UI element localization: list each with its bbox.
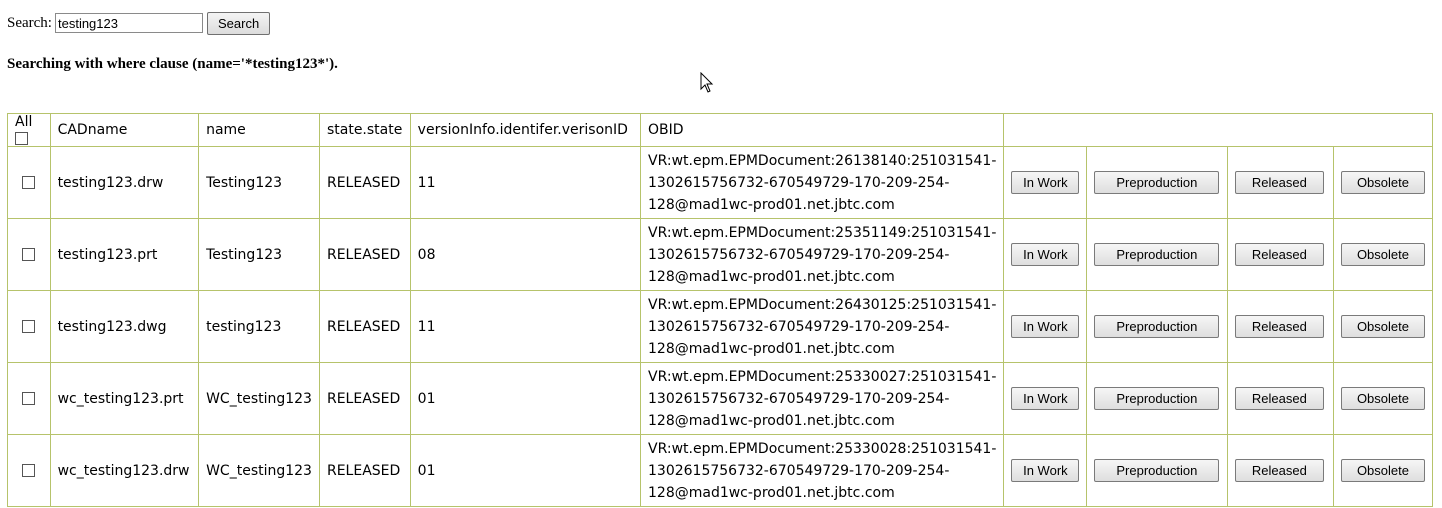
preproduction-button[interactable]: Preproduction bbox=[1094, 315, 1220, 338]
cell-version: 01 bbox=[409, 362, 642, 435]
released-button[interactable]: Released bbox=[1234, 459, 1324, 482]
where-clause-message: Searching with where clause (name='*test… bbox=[7, 56, 338, 72]
header-name: name bbox=[198, 113, 320, 147]
cell-version: 11 bbox=[409, 146, 642, 219]
cell-version: 08 bbox=[409, 218, 642, 291]
preproduction-button[interactable]: Preproduction bbox=[1094, 171, 1220, 194]
released-button[interactable]: Released bbox=[1234, 387, 1324, 410]
obsolete-button[interactable]: Obsolete bbox=[1340, 459, 1425, 482]
cell-state: RELEASED bbox=[318, 290, 411, 363]
cell-obid: VR:wt.epm.EPMDocument:25351149:251031541… bbox=[639, 218, 1005, 291]
header-state: state.state bbox=[318, 113, 411, 147]
search-input[interactable] bbox=[54, 13, 203, 33]
table-row: testing123.drw Testing123 RELEASED 11 VR… bbox=[7, 146, 1434, 219]
in-work-button[interactable]: In Work bbox=[1011, 243, 1080, 266]
header-obid: OBID bbox=[639, 113, 1005, 147]
results-table: All CADname name state.state versionInfo… bbox=[7, 113, 1434, 507]
released-button[interactable]: Released bbox=[1234, 171, 1324, 194]
cell-state: RELEASED bbox=[318, 362, 411, 435]
cell-state: RELEASED bbox=[318, 434, 411, 507]
obsolete-button[interactable]: Obsolete bbox=[1340, 387, 1425, 410]
released-button[interactable]: Released bbox=[1234, 315, 1324, 338]
cell-cadname: testing123.drw bbox=[49, 146, 200, 219]
cell-name: WC_testing123 bbox=[198, 362, 320, 435]
cell-cadname: testing123.prt bbox=[49, 218, 200, 291]
cell-name: testing123 bbox=[198, 290, 320, 363]
cell-version: 11 bbox=[409, 290, 642, 363]
preproduction-button[interactable]: Preproduction bbox=[1094, 459, 1220, 482]
cell-state: RELEASED bbox=[318, 146, 411, 219]
cell-obid: VR:wt.epm.EPMDocument:26138140:251031541… bbox=[639, 146, 1005, 219]
cell-name: Testing123 bbox=[198, 146, 320, 219]
obsolete-button[interactable]: Obsolete bbox=[1340, 315, 1425, 338]
preproduction-button[interactable]: Preproduction bbox=[1094, 243, 1220, 266]
table-row: wc_testing123.drw WC_testing123 RELEASED… bbox=[7, 434, 1434, 507]
row-checkbox[interactable] bbox=[22, 320, 36, 333]
row-checkbox[interactable] bbox=[22, 464, 36, 477]
row-checkbox[interactable] bbox=[22, 392, 36, 405]
cell-cadname: wc_testing123.drw bbox=[49, 434, 200, 507]
in-work-button[interactable]: In Work bbox=[1011, 387, 1080, 410]
cell-obid: VR:wt.epm.EPMDocument:25330028:251031541… bbox=[639, 434, 1005, 507]
header-all: All bbox=[7, 113, 51, 147]
cell-name: Testing123 bbox=[198, 218, 320, 291]
search-button[interactable]: Search bbox=[206, 11, 271, 35]
search-bar: Search: Search bbox=[7, 11, 271, 35]
cell-cadname: testing123.dwg bbox=[49, 290, 200, 363]
cell-name: WC_testing123 bbox=[198, 434, 320, 507]
cell-state: RELEASED bbox=[318, 218, 411, 291]
in-work-button[interactable]: In Work bbox=[1011, 315, 1080, 338]
search-label: Search: bbox=[7, 14, 52, 31]
released-button[interactable]: Released bbox=[1234, 243, 1324, 266]
header-cadname: CADname bbox=[49, 113, 200, 147]
header-version: versionInfo.identifer.verisonID bbox=[409, 113, 642, 147]
select-all-checkbox[interactable] bbox=[15, 131, 28, 145]
table-row: testing123.dwg testing123 RELEASED 11 VR… bbox=[7, 290, 1434, 363]
cell-cadname: wc_testing123.prt bbox=[49, 362, 200, 435]
row-checkbox[interactable] bbox=[22, 176, 36, 189]
preproduction-button[interactable]: Preproduction bbox=[1094, 387, 1220, 410]
cell-obid: VR:wt.epm.EPMDocument:26430125:251031541… bbox=[639, 290, 1005, 363]
table-row: wc_testing123.prt WC_testing123 RELEASED… bbox=[7, 362, 1434, 435]
obsolete-button[interactable]: Obsolete bbox=[1340, 243, 1425, 266]
row-checkbox[interactable] bbox=[22, 248, 36, 261]
mouse-cursor-icon bbox=[700, 72, 714, 93]
in-work-button[interactable]: In Work bbox=[1011, 171, 1080, 194]
cell-obid: VR:wt.epm.EPMDocument:25330027:251031541… bbox=[639, 362, 1005, 435]
header-all-label: All bbox=[15, 114, 33, 130]
in-work-button[interactable]: In Work bbox=[1011, 459, 1080, 482]
cell-version: 01 bbox=[409, 434, 642, 507]
table-row: testing123.prt Testing123 RELEASED 08 VR… bbox=[7, 218, 1434, 291]
header-actions bbox=[1003, 113, 1433, 147]
table-header-row: All CADname name state.state versionInfo… bbox=[7, 113, 1433, 147]
obsolete-button[interactable]: Obsolete bbox=[1340, 171, 1425, 194]
